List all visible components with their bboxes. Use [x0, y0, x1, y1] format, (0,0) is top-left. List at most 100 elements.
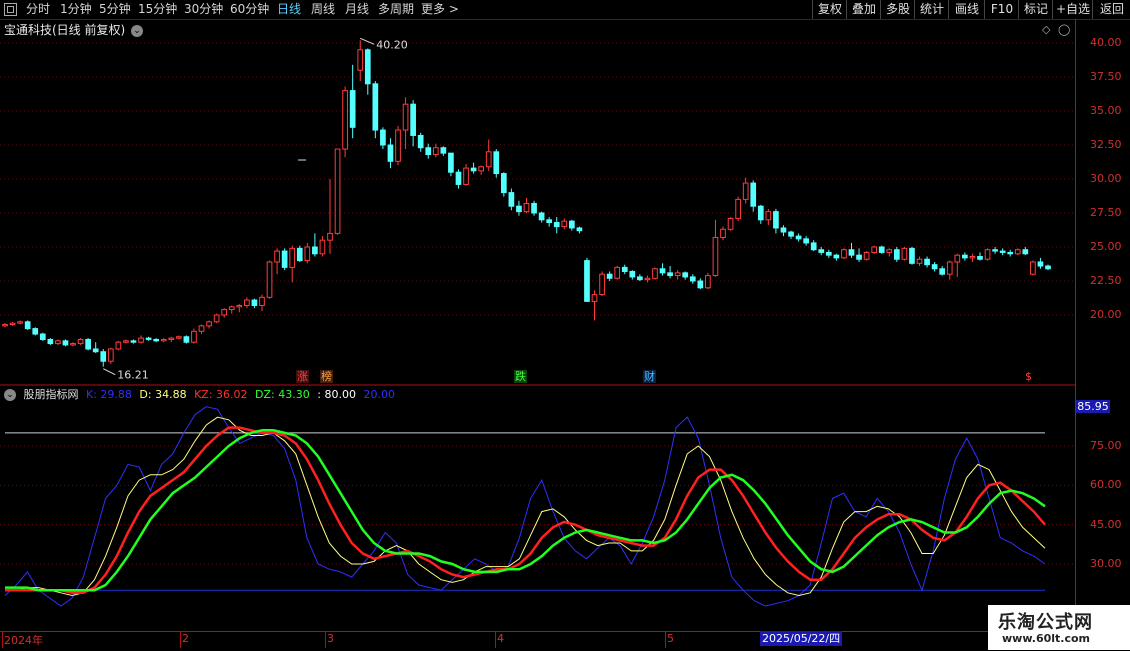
candle-body — [327, 232, 333, 241]
toolbar-button[interactable]: 标记 — [1018, 0, 1053, 19]
period-tab[interactable]: 更多 > — [421, 0, 459, 19]
lower-level: 20.00 — [363, 388, 395, 401]
time-separator — [325, 632, 326, 648]
candle-body — [153, 338, 160, 342]
candle-body — [251, 299, 258, 306]
candle-body — [191, 330, 197, 343]
toolbar-button[interactable]: 统计 — [914, 0, 949, 19]
candle-body — [803, 238, 809, 244]
period-tab[interactable]: 多周期 — [378, 0, 414, 19]
d-value: D: 34.88 — [139, 388, 187, 401]
toolbar-button[interactable]: 画线 — [948, 0, 985, 19]
low-label: 16.21 — [117, 369, 149, 382]
event-marker[interactable]: 财 — [643, 370, 656, 383]
toolbar-button[interactable]: 多股 — [880, 0, 915, 19]
brand-title: 乐淘公式网 — [998, 612, 1093, 633]
candle-body — [644, 277, 651, 281]
candle-body — [62, 340, 69, 346]
candle-body — [372, 83, 379, 131]
indicator-value-badge: 85.95 — [1076, 400, 1110, 413]
candle-body — [825, 251, 832, 256]
time-label: 2024年 — [4, 634, 43, 647]
event-marker[interactable]: 涨 — [296, 370, 309, 383]
candle-body — [569, 220, 575, 229]
event-marker[interactable]: 跌 — [514, 370, 527, 383]
candle-body — [977, 256, 983, 260]
candle-body — [364, 49, 371, 85]
candle-body — [682, 272, 689, 278]
period-tab[interactable]: 30分钟 — [184, 0, 223, 19]
cursor-date-badge: 2025/05/22/四 — [760, 631, 843, 646]
toolbar-button[interactable]: 返回 — [1092, 0, 1130, 19]
candle-body — [939, 268, 946, 275]
candlestick-chart[interactable]: 40.20 16.21 ◇ ◯ — [0, 19, 1075, 631]
candle-body — [85, 338, 91, 350]
candle-body — [606, 273, 613, 279]
candle-body — [92, 348, 99, 353]
window-icon[interactable] — [4, 3, 17, 16]
candle-body — [1014, 249, 1021, 255]
candle-body — [750, 182, 757, 207]
candle-body — [319, 239, 326, 255]
event-marker[interactable]: 榜 — [320, 370, 333, 383]
indicator-tick: 45.00 — [1090, 517, 1122, 531]
period-tab[interactable]: 1分钟 — [60, 0, 92, 19]
candle-body — [546, 219, 553, 224]
candle-body — [206, 321, 212, 327]
period-tab[interactable]: 月线 — [345, 0, 369, 19]
toolbar-button[interactable]: 复权 — [812, 0, 847, 19]
candle-body — [485, 151, 492, 168]
candle-body — [39, 333, 46, 340]
candle-body — [357, 49, 364, 71]
period-tab[interactable]: 60分钟 — [230, 0, 269, 19]
toolbar-button[interactable]: 叠加 — [846, 0, 881, 19]
period-tab[interactable]: 分时 — [26, 0, 50, 19]
candle-body — [893, 249, 900, 260]
toolbar-button[interactable]: +自选 — [1052, 0, 1093, 19]
dz-value: DZ: 43.30 — [255, 388, 310, 401]
circle-icon: ◯ — [1058, 23, 1070, 36]
candle-body — [304, 246, 311, 262]
event-marker[interactable]: $ — [1024, 370, 1033, 383]
period-tab[interactable]: 15分钟 — [138, 0, 177, 19]
candle-body — [810, 242, 817, 251]
candle-body — [901, 247, 908, 260]
brand-url: www.60lt.com — [1002, 632, 1091, 645]
candle-body — [77, 338, 84, 345]
high-label: 40.20 — [376, 38, 408, 51]
candle-body — [969, 256, 976, 259]
candle-body — [916, 258, 923, 264]
candle-body — [395, 129, 401, 162]
candle-body — [175, 336, 182, 339]
candle-body — [380, 129, 386, 146]
candle-body — [848, 249, 855, 256]
candle-body — [1022, 249, 1029, 255]
price-tick: 22.50 — [1090, 274, 1122, 287]
candle-body — [289, 247, 296, 268]
candle-body — [727, 217, 734, 230]
time-separator — [495, 632, 496, 648]
low-pointer — [103, 368, 116, 376]
candle-body — [213, 314, 220, 323]
period-tab[interactable]: 日线 — [277, 0, 301, 19]
candle-body — [629, 270, 636, 278]
candle-body — [508, 192, 515, 207]
candle-body — [531, 202, 537, 214]
chevron-down-icon[interactable]: ⌄ — [4, 389, 16, 401]
period-tab[interactable]: 周线 — [311, 0, 335, 19]
candle-body — [931, 264, 938, 270]
candle-body — [523, 202, 530, 213]
candle-body — [123, 340, 129, 343]
candle-body — [138, 337, 144, 343]
candle-body — [999, 250, 1006, 253]
candle-body — [712, 236, 719, 277]
candle-body — [17, 321, 23, 324]
candle-body — [621, 266, 628, 272]
toolbar-button[interactable]: F10 — [984, 0, 1019, 19]
candle-body — [500, 173, 507, 194]
price-tick: 35.00 — [1090, 104, 1122, 117]
indicator-title: ⌄ 股朋指标网 K: 29.88 D: 34.88 KZ: 36.02 DZ: … — [4, 386, 399, 402]
period-tab[interactable]: 5分钟 — [99, 0, 131, 19]
candle-body — [168, 337, 175, 340]
candle-body — [259, 296, 265, 306]
